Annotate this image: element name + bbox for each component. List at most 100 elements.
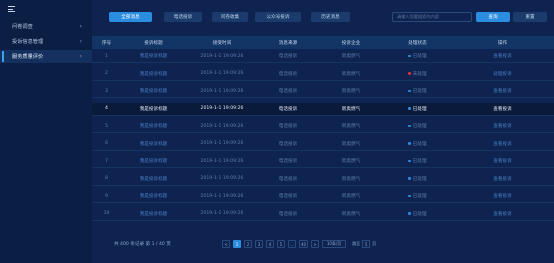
- status-text: 已处理: [412, 159, 427, 164]
- jump-suffix: 页: [372, 241, 377, 246]
- cell-title[interactable]: 我是投诉标题: [121, 120, 186, 132]
- cell-time: 2019-1-1 19:09:26: [200, 123, 244, 129]
- table-row[interactable]: 7 我是投诉标题 2019-1-1 19:09:26 电话投诉 新奥燃气 已处理 查看投诉: [92, 155, 554, 168]
- status-dot-icon: [408, 194, 411, 198]
- sidebar: 问卷调查 › 投诉信息管理 › 服务质量评价 ›: [0, 0, 92, 263]
- cell-title[interactable]: 我是投诉标题: [121, 85, 186, 97]
- table-row[interactable]: 1 我是投诉标题 2019-1-1 19:09:26 电话投诉 新奥燃气 已处理 查看投诉: [92, 50, 554, 63]
- prev-page-button[interactable]: <: [222, 240, 230, 248]
- cell-action[interactable]: 查看投诉: [451, 208, 554, 220]
- sidebar-item-complaints[interactable]: 投诉信息管理 ›: [0, 35, 92, 48]
- cell-status: 已处理: [384, 50, 451, 62]
- status-text: 已处理: [412, 211, 427, 217]
- status-dot-icon: [408, 212, 411, 215]
- status-dot-icon: [408, 54, 411, 58]
- cell-index: 2: [105, 71, 108, 76]
- tab-all-messages[interactable]: 全部消息: [109, 12, 152, 22]
- cell-action[interactable]: 查看投诉: [451, 155, 554, 167]
- chevron-right-icon: ›: [79, 38, 82, 45]
- tab-history[interactable]: 历史消息: [311, 12, 350, 22]
- sidebar-item-label: 问卷调查: [12, 24, 33, 30]
- status-dot-icon: [408, 107, 411, 110]
- cell-action[interactable]: 查看投诉: [451, 103, 554, 115]
- jump-prefix: 跳至: [352, 241, 361, 246]
- page-button[interactable]: 3: [255, 240, 263, 248]
- cell-title[interactable]: 我是投诉标题: [121, 155, 186, 167]
- column-header: 投诉标题: [144, 40, 163, 46]
- sidebar-item-label: 服务质量评价: [12, 54, 44, 60]
- page-button[interactable]: 1: [233, 240, 241, 248]
- cell-title[interactable]: 我是投诉标题: [121, 68, 186, 80]
- cell-time: 2019-1-1 19:09:26: [200, 88, 244, 94]
- sidebar-item-questionnaire[interactable]: 问卷调查 ›: [0, 20, 92, 33]
- cell-index: 8: [105, 176, 108, 181]
- table-row[interactable]: 10 我是投诉标题 2019-1-1 19:09:26 电话投诉 新奥燃气 已处理 查看投诉: [92, 208, 554, 221]
- cell-title[interactable]: 我是投诉标题: [121, 173, 186, 185]
- status-text: 已处理: [412, 54, 427, 59]
- cell-company: 新奥燃气: [341, 106, 361, 112]
- cell-title[interactable]: 我是投诉标题: [121, 190, 186, 202]
- cell-action[interactable]: 查看投诉: [451, 120, 554, 132]
- cell-title[interactable]: 我是投诉标题: [121, 138, 186, 150]
- cell-time: 2019-1-1 19:09:26: [200, 71, 244, 76]
- cell-status: 已处理: [384, 103, 451, 115]
- table-row[interactable]: 8 我是投诉标题 2019-1-1 19:09:26 电话投诉 新奥燃气 已处理 查看投诉: [92, 173, 554, 186]
- query-button[interactable]: 查询: [476, 12, 510, 22]
- table-row[interactable]: 3 我是投诉标题 2019-1-1 19:09:26 电话投诉 新奥燃气 已处理 查看投诉: [92, 85, 554, 98]
- cell-company: 新奥燃气: [341, 211, 361, 217]
- table-row[interactable]: 5 我是投诉标题 2019-1-1 19:09:26 电话投诉 新奥燃气 已处理 查看投诉: [92, 120, 554, 133]
- menu-icon[interactable]: [8, 6, 15, 12]
- cell-action[interactable]: 查看投诉: [451, 138, 554, 150]
- cell-title[interactable]: 我是投诉标题: [121, 208, 186, 220]
- column-header: 操作: [497, 40, 508, 46]
- page-ellipsis: ...: [288, 240, 296, 248]
- cell-status: 已处理: [384, 120, 451, 132]
- cell-company: 新奥燃气: [341, 89, 361, 94]
- cell-action[interactable]: 查看投诉: [451, 190, 554, 202]
- table-row[interactable]: 9 我是投诉标题 2019-1-1 19:09:26 电话投诉 新奥燃气 已处理 查看投诉: [92, 190, 554, 203]
- cell-company: 新奥燃气: [341, 54, 361, 59]
- page-size-select[interactable]: 10条/页: [322, 240, 347, 248]
- table-row[interactable]: 4 我是投诉标题 2019-1-1 19:09:26 电话投诉 新奥燃气 已处理 查看投诉: [92, 102, 554, 116]
- sidebar-item-service-rating[interactable]: 服务质量评价 ›: [0, 50, 92, 63]
- cell-action[interactable]: 查看投诉: [451, 50, 554, 62]
- next-page-button[interactable]: >: [311, 240, 320, 248]
- cell-action[interactable]: 查看投诉: [451, 173, 554, 185]
- cell-title[interactable]: 我是投诉标题: [121, 50, 186, 62]
- page-button[interactable]: 2: [244, 240, 252, 248]
- sidebar-item-label: 投诉信息管理: [12, 39, 44, 45]
- cell-company: 新奥燃气: [341, 159, 361, 164]
- cell-index: 4: [105, 106, 108, 111]
- cell-status: 已处理: [384, 208, 451, 220]
- status-text: 已处理: [412, 141, 427, 147]
- tab-official-account[interactable]: 公众号投诉: [255, 12, 301, 22]
- cell-time: 2019-1-1 19:09:26: [200, 211, 244, 216]
- status-text: 未处理: [412, 71, 427, 77]
- cell-action[interactable]: 处理投诉: [451, 68, 554, 80]
- cell-status: 已处理: [384, 85, 451, 97]
- cell-source: 电话投诉: [278, 176, 298, 182]
- page-button[interactable]: 4: [266, 240, 274, 248]
- page-jump: 跳至 5 页: [352, 240, 376, 248]
- page-button[interactable]: 40: [299, 240, 309, 248]
- column-header: 投诉企业: [341, 40, 361, 46]
- cell-company: 新奥燃气: [341, 194, 361, 199]
- cell-source: 电话投诉: [278, 71, 298, 77]
- tab-questionnaire[interactable]: 问卷收集: [212, 12, 248, 22]
- column-header: 接受时间: [212, 40, 232, 46]
- page-button[interactable]: 5: [277, 240, 285, 248]
- cell-title[interactable]: 我是投诉标题: [121, 103, 186, 115]
- page-jump-input[interactable]: 5: [362, 240, 371, 248]
- cell-source: 电话投诉: [278, 211, 298, 217]
- tab-phone-complaints[interactable]: 电话投诉: [164, 12, 202, 22]
- cell-action[interactable]: 查看投诉: [451, 85, 554, 97]
- table-row[interactable]: 6 我是投诉标题 2019-1-1 19:09:26 电话投诉 新奥燃气 已处理 查看投诉: [92, 138, 554, 151]
- table-row[interactable]: 2 我是投诉标题 2019-1-1 19:09:26 电话投诉 新奥燃气 未处理 处理投诉: [92, 68, 554, 81]
- cell-index: 1: [105, 53, 108, 59]
- cell-time: 2019-1-1 19:09:26: [200, 106, 244, 111]
- search-input[interactable]: 请输入您要搜索的内容: [392, 12, 472, 22]
- cell-index: 5: [105, 123, 108, 129]
- cell-time: 2019-1-1 19:09:26: [200, 141, 244, 146]
- column-header: 处理状态: [408, 40, 427, 46]
- reset-button[interactable]: 重置: [513, 12, 547, 22]
